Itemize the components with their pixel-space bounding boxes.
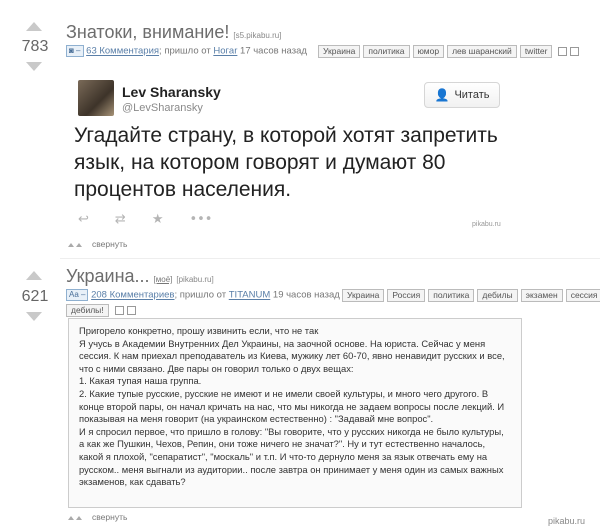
- post-title-wrap: Украина... [моё] [pikabu.ru]: [66, 266, 214, 287]
- post-title[interactable]: Украина...: [66, 266, 150, 286]
- post-source[interactable]: [pikabu.ru]: [176, 275, 213, 284]
- tweet-author-name: Lev Sharansky: [122, 84, 221, 100]
- downvote-arrow-icon[interactable]: [26, 312, 42, 321]
- tag-list: Украина Россия политика дебилы экзамен сессия: [342, 289, 600, 302]
- post-rating: 783: [21, 38, 49, 55]
- post-meta: ◙ – 63 Комментария; пришло от Нoгar 17 ч…: [66, 45, 307, 57]
- tag[interactable]: сессия: [565, 289, 600, 302]
- collapse-arrow-icon: [76, 242, 82, 247]
- post-time: 17 часов назад: [240, 45, 307, 57]
- tag[interactable]: дебилы: [477, 289, 518, 302]
- reply-icon[interactable]: ↩: [78, 212, 89, 227]
- paragraph: 1. Какая тупая наша группа.: [79, 375, 202, 387]
- expand-icon[interactable]: [126, 306, 136, 315]
- tweet-actions: ↩ ⇄ ★ •••: [78, 212, 212, 227]
- save-icon[interactable]: [114, 306, 124, 315]
- add-user-icon: 👤: [434, 88, 450, 102]
- tag[interactable]: политика: [428, 289, 475, 302]
- star-icon[interactable]: ★: [152, 212, 164, 227]
- site-watermark: pikabu.ru: [548, 516, 586, 526]
- follow-button[interactable]: 👤 Читать: [424, 82, 500, 108]
- upvote-arrow-icon[interactable]: [26, 22, 42, 31]
- collapse-label: свернуть: [92, 239, 128, 249]
- collapse-label: свернуть: [92, 512, 128, 522]
- collapse-arrow-icon: [68, 242, 74, 247]
- embedded-tweet: Lev Sharansky @LevSharansky 👤 Читать Уга…: [62, 70, 522, 230]
- tweet-author-handle: @LevSharansky: [122, 102, 203, 114]
- tag[interactable]: политика: [363, 45, 410, 58]
- feed: 783 Знатоки, внимание! [s5.pikabu.ru] ◙ –…: [0, 0, 600, 531]
- post-type-badge[interactable]: Aa –: [66, 289, 89, 301]
- collapse-arrow-icon: [76, 515, 82, 520]
- author-link[interactable]: TITANUM: [229, 290, 271, 301]
- more-icon[interactable]: •••: [189, 212, 212, 227]
- tag[interactable]: лев шаранский: [447, 45, 517, 58]
- collapse-link[interactable]: свернуть: [68, 239, 127, 249]
- post-text-body: Пригорело конкретно, прошу извинить если…: [68, 318, 522, 508]
- post-type-badge[interactable]: ◙ –: [66, 45, 84, 57]
- post-meta: Aa – 208 Комментариев; пришло от TITANUM…: [66, 289, 340, 301]
- paragraph: Пригорело конкретно, прошу извинить если…: [79, 325, 319, 336]
- tag[interactable]: дебилы!: [66, 304, 109, 317]
- tag[interactable]: экзамен: [520, 289, 563, 302]
- upvote-arrow-icon[interactable]: [26, 271, 42, 280]
- paragraph: 2. Какие тупые русские, русские не имеют…: [79, 387, 505, 425]
- avatar: [78, 80, 114, 116]
- post-title[interactable]: Знатоки, внимание!: [66, 22, 229, 42]
- meta-text: ; пришло от: [174, 289, 227, 301]
- comments-link[interactable]: 208 Комментариев: [91, 290, 174, 301]
- tag[interactable]: Украина: [318, 45, 361, 58]
- retweet-icon[interactable]: ⇄: [115, 212, 126, 227]
- divider: [60, 258, 600, 259]
- expand-icon[interactable]: [570, 47, 580, 56]
- image-watermark: pikabu.ru: [472, 221, 501, 228]
- collapse-arrow-icon: [68, 515, 74, 520]
- post-source[interactable]: [s5.pikabu.ru]: [233, 31, 281, 40]
- comments-link[interactable]: 63 Комментария: [86, 46, 159, 57]
- tweet-text: Угадайте страну, в которой хотят запрети…: [74, 124, 498, 201]
- tag-list: Украина политика юмор лев шаранский twitter: [318, 45, 580, 58]
- mine-link[interactable]: [моё]: [154, 275, 173, 284]
- tag[interactable]: юмор: [412, 45, 445, 58]
- author-link[interactable]: Нoгar: [213, 46, 237, 57]
- post-title-wrap: Знатоки, внимание! [s5.pikabu.ru]: [66, 22, 281, 43]
- tag[interactable]: twitter: [519, 45, 553, 58]
- collapse-link[interactable]: свернуть: [68, 512, 127, 522]
- meta-text: ; пришло от: [159, 45, 211, 57]
- save-icon[interactable]: [558, 47, 568, 56]
- post-time: 19 часов назад: [272, 289, 340, 301]
- tag[interactable]: Россия: [387, 289, 426, 302]
- tag[interactable]: Украина: [342, 289, 385, 302]
- tag-list-continued: дебилы!: [66, 304, 136, 317]
- follow-label: Читать: [454, 89, 490, 101]
- post-rating: 621: [21, 288, 49, 305]
- downvote-arrow-icon[interactable]: [26, 62, 42, 71]
- paragraph: Я учусь в Академии Внутренних Дел Украин…: [79, 337, 505, 374]
- paragraph: И я спросил первое, что пришло в голову:…: [79, 425, 504, 488]
